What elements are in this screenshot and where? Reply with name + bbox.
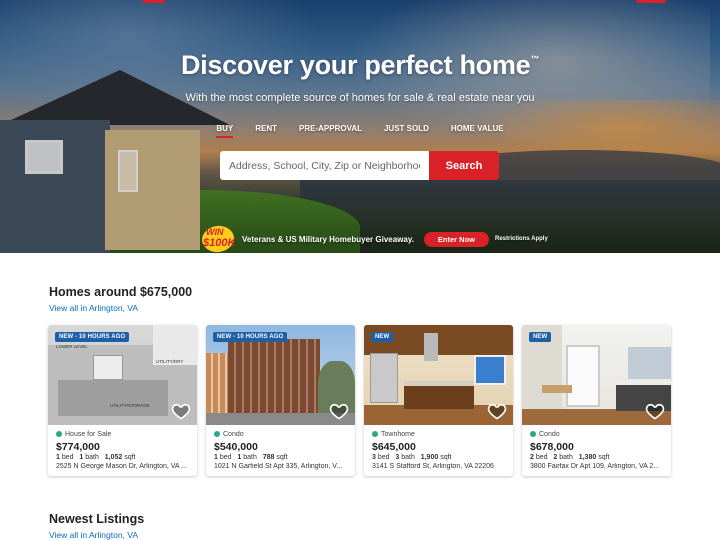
listing-photo[interactable]: NEW — [522, 325, 671, 425]
photo-label: UTILITY/DRY — [156, 359, 184, 364]
beds-count: 2 — [530, 454, 534, 461]
baths-label: bath — [243, 454, 257, 461]
property-type: House for Sale — [56, 429, 189, 439]
listing-cards: LOWER LEVEL UTILITY/DRY UTILITY/STORAGE … — [48, 325, 671, 476]
listing-photo[interactable]: NEW — [364, 325, 513, 425]
search-tabs: BUY RENT PRE-APPROVAL JUST SOLD HOME VAL… — [0, 124, 720, 138]
new-badge: NEW — [529, 332, 552, 342]
listing-photo[interactable]: LOWER LEVEL UTILITY/DRY UTILITY/STORAGE … — [48, 325, 197, 425]
heart-outline-icon[interactable] — [645, 401, 665, 421]
homes-around-view-all-link[interactable]: View all in Arlington, VA — [49, 303, 138, 313]
sqft-label: sqft — [598, 454, 610, 461]
sqft-label: sqft — [276, 454, 288, 461]
baths-label: bath — [85, 454, 99, 461]
promo-restrictions[interactable]: Restrictions Apply — [495, 236, 548, 242]
tab-pre-approval[interactable]: PRE-APPROVAL — [288, 124, 373, 138]
property-type-label: Condo — [539, 430, 560, 438]
hero-subtitle: With the most complete source of homes f… — [185, 92, 535, 104]
status-dot-icon — [56, 431, 62, 437]
property-type-label: Condo — [223, 430, 244, 438]
listing-specs: 3 bed 3 bath 1,900 sqft — [372, 454, 505, 461]
sqft-value: 1,900 — [420, 454, 439, 461]
status-dot-icon — [372, 431, 378, 437]
listing-photo[interactable]: NEW - 10 HOURS AGO — [206, 325, 355, 425]
heart-outline-icon[interactable] — [329, 401, 349, 421]
baths-count: 1 — [237, 454, 242, 461]
property-type-label: Townhome — [381, 430, 415, 438]
win-badge: WIN $100K — [200, 223, 236, 253]
listing-specs: 1 bed 1 bath 788 sqft — [214, 454, 347, 461]
listing-card[interactable]: LOWER LEVEL UTILITY/DRY UTILITY/STORAGE … — [48, 325, 197, 476]
sqft-value: 1,052 — [104, 454, 123, 461]
listing-address: 1021 N Garfield St Apt 335, Arlington, V… — [214, 463, 343, 470]
heart-outline-icon[interactable] — [171, 401, 191, 421]
homes-around-title: Homes around $675,000 — [49, 285, 193, 299]
listing-price: $645,000 — [372, 441, 416, 453]
newest-listings-title: Newest Listings — [49, 512, 145, 526]
trademark-mark: ™ — [530, 54, 540, 64]
beds-label: bed — [535, 454, 548, 461]
baths-label: bath — [559, 454, 573, 461]
new-badge: NEW - 10 HOURS AGO — [213, 332, 288, 342]
new-badge: NEW — [371, 332, 394, 342]
beds-label: bed — [377, 454, 390, 461]
tab-just-sold[interactable]: JUST SOLD — [373, 124, 440, 138]
win-badge-line2: $100K — [203, 237, 236, 249]
listing-card[interactable]: NEW Condo $678,000 2 bed 2 bath 1,380 sq… — [522, 325, 671, 476]
beds-count: 1 — [56, 454, 60, 461]
listing-address: 3800 Fairfax Dr Apt 109, Arlington, VA 2… — [530, 463, 660, 470]
baths-count: 3 — [395, 454, 400, 461]
heart-outline-icon[interactable] — [487, 401, 507, 421]
search-input[interactable] — [220, 151, 429, 180]
search-button[interactable]: Search — [429, 151, 499, 180]
tab-home-value[interactable]: HOME VALUE — [440, 124, 515, 138]
status-dot-icon — [530, 431, 536, 437]
baths-label: bath — [401, 454, 415, 461]
sqft-value: 1,380 — [578, 454, 597, 461]
sqft-label: sqft — [124, 454, 136, 461]
listing-address: 3141 S Stafford St, Arlington, VA 22206 — [372, 463, 494, 470]
baths-count: 2 — [553, 454, 558, 461]
property-type-label: House for Sale — [65, 430, 112, 438]
photo-label: UTILITY/STORAGE — [110, 403, 150, 408]
newest-view-all-link[interactable]: View all in Arlington, VA — [49, 530, 138, 540]
beds-count: 3 — [372, 454, 376, 461]
baths-count: 1 — [79, 454, 84, 461]
top-nav-indicator — [143, 0, 165, 3]
win-badge-line1: WIN — [206, 227, 224, 237]
beds-label: bed — [219, 454, 232, 461]
listing-address: 2525 N George Mason Dr, Arlington, VA ..… — [56, 463, 187, 470]
tab-rent[interactable]: RENT — [244, 124, 288, 138]
beds-count: 1 — [214, 454, 218, 461]
search-box: Search — [220, 151, 499, 180]
tab-buy[interactable]: BUY — [205, 124, 244, 138]
listing-card[interactable]: NEW - 10 HOURS AGO Condo $540,000 1 bed … — [206, 325, 355, 476]
photo-label: LOWER LEVEL — [56, 344, 88, 349]
sqft-value: 788 — [262, 454, 275, 461]
hero-banner: Discover your perfect home™ With the mos… — [0, 0, 720, 253]
listing-specs: 2 bed 2 bath 1,380 sqft — [530, 454, 663, 461]
listing-price: $774,000 — [56, 441, 100, 453]
listing-price: $540,000 — [214, 441, 258, 453]
hero-title: Discover your perfect home™ — [0, 50, 720, 81]
enter-now-button[interactable]: Enter Now — [423, 231, 490, 247]
top-nav-button-edge[interactable] — [636, 0, 666, 3]
listing-price: $678,000 — [530, 441, 574, 453]
property-type: Condo — [214, 429, 347, 439]
hero-title-text: Discover your perfect home — [180, 50, 531, 80]
new-badge: NEW - 10 HOURS AGO — [55, 332, 130, 342]
property-type: Townhome — [372, 429, 505, 439]
status-dot-icon — [214, 431, 220, 437]
property-type: Condo — [530, 429, 663, 439]
beds-label: bed — [61, 454, 74, 461]
listing-card[interactable]: NEW Townhome $645,000 3 bed 3 bath 1,900… — [364, 325, 513, 476]
promo-text: Veterans & US Military Homebuyer Giveawa… — [242, 234, 414, 244]
sqft-label: sqft — [440, 454, 452, 461]
promo-banner: WIN $100K Veterans & US Military Homebuy… — [200, 223, 548, 253]
listing-specs: 1 bed 1 bath 1,052 sqft — [56, 454, 189, 461]
